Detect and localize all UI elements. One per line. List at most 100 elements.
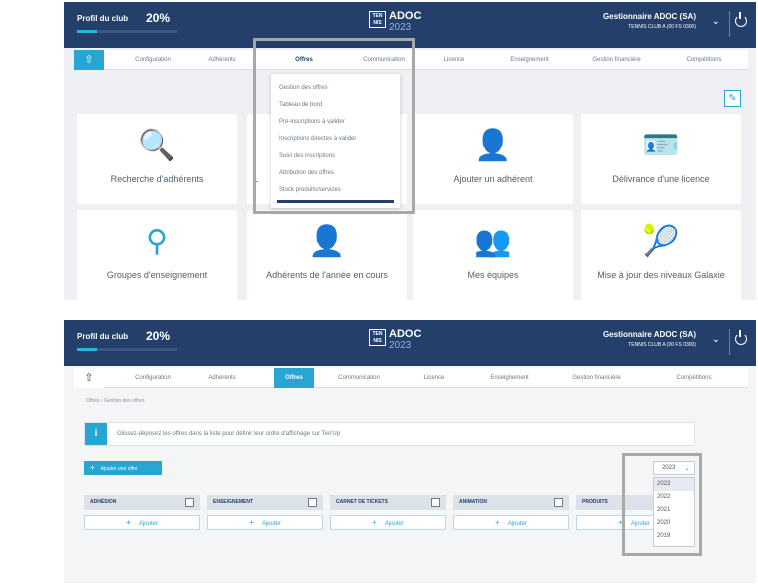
add-button[interactable]: + Ajouter [330,515,446,530]
user-menu[interactable]: Gestionnaire ADOC (SA) TENNIS CLUB A (00… [603,330,696,348]
divider [729,11,730,37]
tile-ajouter-adherent[interactable]: 👤 Ajouter un adhérent [413,114,573,204]
tile-delivrance-licence[interactable]: 🪪 Délivrance d'une licence [581,114,741,204]
nav-item-competitions[interactable]: Compétitions [664,50,744,70]
plus-icon: + [249,518,254,527]
add-offer-button[interactable]: + Ajouter une offre [84,461,162,475]
offer-column-enseignement: ENSEIGNEMENT + Ajouter [207,495,323,530]
top-bar: Profil du club 20% TEN NIS ADOC 2023 Ges… [64,320,756,366]
profile-progress [77,348,177,351]
column-title: PRODUITS [582,499,608,505]
license-card-icon: 🪪 [642,129,680,162]
column-checkbox[interactable] [185,498,194,507]
offer-column-animation: ANIMATION + Ajouter [453,495,569,530]
tile-label: Mise à jour des niveaux Galaxie [597,270,725,280]
tile-recherche-adherents[interactable]: 🔍 Recherche d'adhérents [77,114,237,204]
user-calendar-icon: 👤 [308,225,346,258]
info-text: Glissez-déposez les offres dans la liste… [117,431,341,437]
nav-item-adherents[interactable]: Adhérents [192,50,252,70]
home-icon[interactable]: ⇧ [74,368,104,388]
manager-name: Gestionnaire ADOC (SA) [602,330,696,339]
nav-item-licence[interactable]: Licence [409,368,459,388]
add-user-icon: 👤 [474,129,512,162]
add-label: Ajouter [261,521,281,527]
divider [729,329,730,355]
chevron-down-icon[interactable]: ⌄ [712,16,720,27]
column-title: ENSEIGNEMENT [213,499,254,505]
plus-icon: + [126,518,131,527]
tennis-ball-icon: 🎾 [642,225,680,258]
add-button[interactable]: + Ajouter [84,515,200,530]
nav-item-gestion-financiere[interactable]: Gestion financière [554,368,639,388]
offer-column-carnet-tickets: CARNET DE TICKETS + Ajouter [330,495,446,530]
plus-icon: + [90,463,95,472]
nav-item-enseignement[interactable]: Enseignement [472,368,547,388]
panel-edge [64,300,756,304]
tile-groupes-enseignement[interactable]: ⚲ Groupes d'enseignement [77,210,237,300]
add-offer-label: Ajouter une offre [100,466,138,472]
tile-niveaux-galaxie[interactable]: 🎾 Mise à jour des niveaux Galaxie [581,210,741,300]
main-nav: ⇧ Configuration Adhérents Offres Communi… [74,368,748,388]
offer-column-adhesion: ADHÉSION + Ajouter [84,495,200,530]
home-icon[interactable]: ⇧ [74,50,104,70]
tennis-logo: TEN NIS [369,11,386,28]
nav-item-communication[interactable]: Communication [319,368,399,388]
column-checkbox[interactable] [308,498,317,507]
logo-title: ADOC [389,10,422,22]
plus-icon: + [495,518,500,527]
team-icon: 👥 [474,225,512,258]
add-label: Ajouter [138,521,158,527]
teaching-group-icon: ⚲ [146,225,168,258]
plus-icon: + [372,518,377,527]
logo-year: 2023 [389,22,412,33]
breadcrumb[interactable]: Offres › Gestion des offres [86,398,144,404]
offres-panel: Profil du club 20% TEN NIS ADOC 2023 Ges… [64,320,756,583]
nav-item-offres[interactable]: Offres [274,368,314,388]
nav-item-gestion-financiere[interactable]: Gestion financière [574,50,659,70]
profile-progress-fill [77,30,97,33]
nav-item-enseignement[interactable]: Enseignement [492,50,567,70]
profile-label: Profil du club [77,332,129,341]
column-title: ANIMATION [459,499,487,505]
tile-label: Adhérents de l'année en cours [266,270,388,280]
add-label: Ajouter [384,521,404,527]
nav-item-adherents[interactable]: Adhérents [192,368,252,388]
tile-label: Ajouter un adhérent [453,174,533,184]
profile-percent: 20% [146,11,171,25]
info-icon: i [85,423,107,445]
profile-percent: 20% [146,329,171,343]
power-icon[interactable] [735,330,747,345]
highlight-frame [622,453,702,556]
column-title: CARNET DE TICKETS [336,499,388,505]
add-label: Ajouter [507,521,527,527]
tile-adherents-annee[interactable]: 👤 Adhérents de l'année en cours [247,210,407,300]
tile-label: Recherche d'adhérents [110,174,204,184]
manager-name: Gestionnaire ADOC (SA) [602,12,696,21]
manager-club: TENNIS CLUB A (00 FS 0300) [628,24,696,30]
chevron-down-icon[interactable]: ⌄ [712,334,720,345]
tile-label: Groupes d'enseignement [106,270,208,280]
add-button[interactable]: + Ajouter [453,515,569,530]
tile-mes-equipes[interactable]: 👥 Mes équipes [413,210,573,300]
nav-item-configuration[interactable]: Configuration [114,368,192,388]
tile-label: Mes équipes [467,270,519,280]
profile-label: Profil du club [77,14,129,23]
column-checkbox[interactable] [554,498,563,507]
logo-year: 2023 [389,340,412,351]
edit-icon[interactable]: ✎ [724,90,741,107]
power-icon[interactable] [735,12,747,27]
logo-title: ADOC [389,328,422,340]
info-banner: i Glissez-déposez les offres dans la lis… [84,422,695,446]
highlight-frame [253,38,415,214]
user-menu[interactable]: Gestionnaire ADOC (SA) TENNIS CLUB A (00… [603,12,696,30]
profile-progress [77,30,177,33]
nav-item-licence[interactable]: Licence [429,50,479,70]
nav-item-competitions[interactable]: Compétitions [654,368,734,388]
add-button[interactable]: + Ajouter [207,515,323,530]
dashboard-panel: Profil du club 20% TEN NIS ADOC 2023 Ges… [64,2,756,304]
column-title: ADHÉSION [90,499,117,505]
search-icon: 🔍 [138,129,176,162]
nav-item-configuration[interactable]: Configuration [114,50,192,70]
column-checkbox[interactable] [431,498,440,507]
profile-progress-fill [77,348,97,351]
